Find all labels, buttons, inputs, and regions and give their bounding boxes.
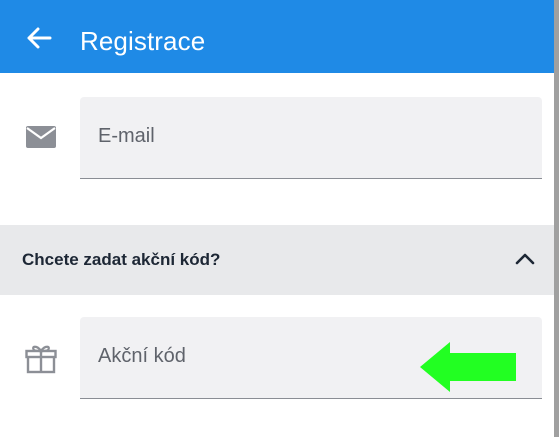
scrollbar-edge bbox=[554, 0, 559, 437]
mail-icon bbox=[24, 124, 58, 150]
green-arrow-left-icon bbox=[420, 342, 516, 392]
email-placeholder: E-mail bbox=[98, 125, 155, 147]
arrow-left-icon bbox=[27, 27, 52, 49]
back-button[interactable] bbox=[20, 24, 58, 52]
gift-icon bbox=[24, 343, 58, 375]
promo-code-placeholder: Akční kód bbox=[98, 345, 186, 367]
chevron-up-icon[interactable] bbox=[514, 250, 536, 268]
page-title: Registrace bbox=[80, 26, 206, 56]
email-field[interactable]: E-mail bbox=[80, 97, 542, 179]
promo-section-header[interactable]: Chcete zadat akční kód? bbox=[0, 225, 554, 295]
app-bar: Registrace bbox=[0, 0, 559, 73]
promo-section-label: Chcete zadat akční kód? bbox=[22, 250, 221, 269]
